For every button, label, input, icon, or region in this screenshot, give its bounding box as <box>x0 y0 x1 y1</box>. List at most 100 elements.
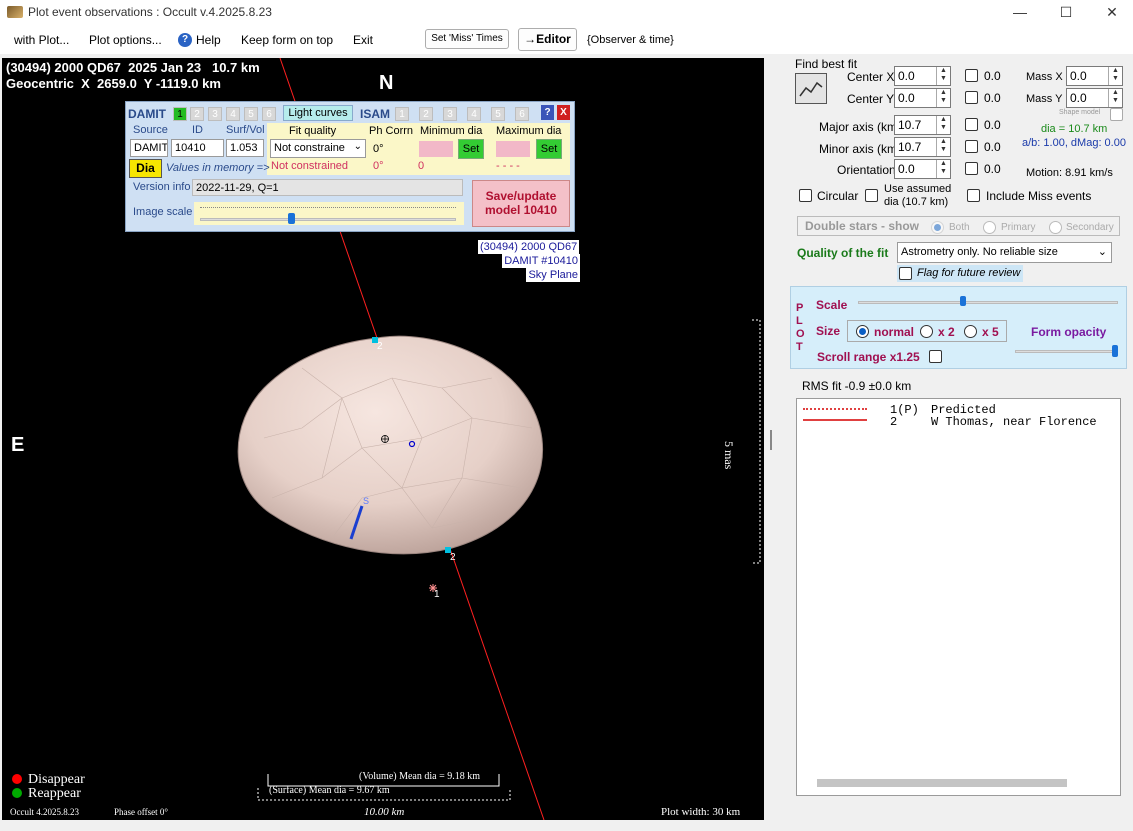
flag-review-label: Flag for future review <box>917 267 1021 279</box>
save-update-model-button[interactable]: Save/update model 10410 <box>472 180 570 227</box>
menu-with-plot[interactable]: with Plot... <box>14 33 69 47</box>
double-both-radio[interactable] <box>931 221 944 234</box>
opacity-slider-thumb[interactable] <box>1112 345 1118 357</box>
isam-model-2[interactable]: 2 <box>419 107 433 121</box>
maximize-button[interactable]: ☐ <box>1043 0 1089 26</box>
size-normal-radio[interactable] <box>856 325 869 338</box>
menu-exit[interactable]: Exit <box>353 33 373 47</box>
minor-axis-input[interactable]: 10.7 ▲ ▼ <box>894 137 951 157</box>
damit-label: DAMIT <box>128 107 166 121</box>
plot-letter-o: O <box>796 328 805 340</box>
disappear-dot <box>12 774 22 784</box>
size-x2-radio[interactable] <box>920 325 933 338</box>
double-primary-label: Primary <box>1001 222 1036 233</box>
menu-plot-options[interactable]: Plot options... <box>89 33 162 47</box>
version-info-label: Version info <box>133 181 191 193</box>
center-x-checkbox[interactable] <box>965 69 978 82</box>
isam-label: ISAM <box>360 107 390 121</box>
minimize-button[interactable]: — <box>997 0 1043 26</box>
observer-time-label: {Observer & time} <box>587 34 674 46</box>
menu-bar: with Plot... Plot options... ? Help Keep… <box>0 26 1133 54</box>
size-x2-label: x 2 <box>938 325 955 339</box>
mass-x-input[interactable]: 0.0 ▲ ▼ <box>1066 66 1123 86</box>
spinner-arrows-icon: ▲ ▼ <box>936 67 950 85</box>
light-curves-button[interactable]: Light curves <box>283 105 353 121</box>
menu-keep-on-top[interactable]: Keep form on top <box>241 33 333 47</box>
damit-close-button[interactable]: X <box>557 105 570 120</box>
dia-button[interactable]: Dia <box>129 159 162 178</box>
info-label-1: (30494) 2000 QD67 <box>478 240 580 254</box>
damit-help-button[interactable]: ? <box>541 105 554 120</box>
plot-header-2: Geocentric X 2659.0 Y -1119.0 km <box>6 76 221 91</box>
set-max-button[interactable]: Set <box>536 139 562 159</box>
quality-dropdown[interactable]: Astrometry only. No reliable size ⌄ <box>897 242 1112 263</box>
col-source: Source <box>133 124 168 136</box>
damit-model-3[interactable]: 3 <box>208 107 222 121</box>
double-secondary-radio[interactable] <box>1049 221 1062 234</box>
damit-model-2[interactable]: 2 <box>190 107 204 121</box>
scroll-range-checkbox[interactable] <box>929 350 942 363</box>
set-min-button[interactable]: Set <box>458 139 484 159</box>
form-opacity-slider[interactable] <box>1015 343 1120 359</box>
flag-review-checkbox[interactable] <box>899 267 912 280</box>
legend-scrollbar[interactable] <box>817 779 1067 787</box>
mem-ph-corrn: 0° <box>373 160 384 172</box>
legend-reappear: Reappear <box>28 786 81 801</box>
version-info-field: 2022-11-29, Q=1 <box>192 179 463 196</box>
orientation-checkbox[interactable] <box>965 162 978 175</box>
isam-model-5[interactable]: 5 <box>491 107 505 121</box>
min-dia-swatch <box>419 141 453 157</box>
scale-slider-thumb[interactable] <box>959 296 966 306</box>
size-x5-radio[interactable] <box>964 325 977 338</box>
id-field[interactable]: 10410 <box>171 139 224 157</box>
include-miss-checkbox[interactable] <box>967 189 980 202</box>
center-y-checkbox[interactable] <box>965 91 978 104</box>
damit-model-5[interactable]: 5 <box>244 107 258 121</box>
major-axis-checkbox[interactable] <box>965 118 978 131</box>
spinner-arrows-icon: ▲ ▼ <box>936 116 950 134</box>
image-scale-slider[interactable] <box>194 202 464 225</box>
minor-axis-checkbox[interactable] <box>965 140 978 153</box>
observer-legend: 1(P) Predicted 2 W Thomas, near Florence <box>796 398 1121 796</box>
volume-mean-dia: (Volume) Mean dia = 9.18 km <box>359 771 480 782</box>
info-label-2: DAMIT #10410 <box>502 254 580 268</box>
plot-letter-t: T <box>796 341 803 353</box>
orientation-input[interactable]: 0.0 ▲ ▼ <box>894 159 951 179</box>
legend-line-solid <box>803 419 867 421</box>
damit-model-1[interactable]: 1 <box>173 107 187 121</box>
scale-slider[interactable] <box>858 294 1120 310</box>
set-miss-times-button[interactable]: Set 'Miss' Times <box>425 29 509 49</box>
legend-row-2-id: 2 <box>890 415 898 429</box>
close-button[interactable]: ✕ <box>1089 0 1133 26</box>
mass-x-label: Mass X <box>1026 71 1063 83</box>
use-assumed-checkbox[interactable] <box>865 189 878 202</box>
fit-quality-dropdown[interactable]: Not constraine ⌄ <box>270 139 366 158</box>
mem-fit-quality: Not constrained <box>271 160 349 172</box>
image-scale-label: Image scale <box>133 206 193 218</box>
shape-model-checkbox[interactable] <box>1110 108 1123 121</box>
isam-model-4[interactable]: 4 <box>467 107 481 121</box>
major-axis-input[interactable]: 10.7 ▲ ▼ <box>894 115 951 135</box>
isam-model-3[interactable]: 3 <box>443 107 457 121</box>
surfvol-field[interactable]: 1.053 <box>226 139 264 157</box>
quality-of-fit-label: Quality of the fit <box>797 246 889 260</box>
center-x-input[interactable]: 0.0 ▲ ▼ <box>894 66 951 86</box>
splitter-handle[interactable] <box>770 430 772 450</box>
major-axis-label: Major axis (km) <box>819 120 902 134</box>
isam-model-6[interactable]: 6 <box>515 107 529 121</box>
damit-model-6[interactable]: 6 <box>262 107 276 121</box>
scale-bar-label: 10.00 km <box>364 806 405 818</box>
isam-model-1[interactable]: 1 <box>395 107 409 121</box>
mass-y-input[interactable]: 0.0 ▲ ▼ <box>1066 88 1123 108</box>
best-fit-button[interactable] <box>795 73 827 104</box>
source-field[interactable]: DAMIT <box>130 139 168 157</box>
damit-model-4[interactable]: 4 <box>226 107 240 121</box>
menu-help[interactable]: Help <box>196 33 221 47</box>
circular-checkbox[interactable] <box>799 189 812 202</box>
editor-button[interactable]: →Editor <box>518 28 577 51</box>
chevron-down-icon: ⌄ <box>1097 246 1107 258</box>
scroll-range-label: Scroll range x1.25 <box>817 350 920 364</box>
center-y-input[interactable]: 0.0 ▲ ▼ <box>894 88 951 108</box>
slider-thumb[interactable] <box>287 213 295 224</box>
double-primary-radio[interactable] <box>983 221 996 234</box>
